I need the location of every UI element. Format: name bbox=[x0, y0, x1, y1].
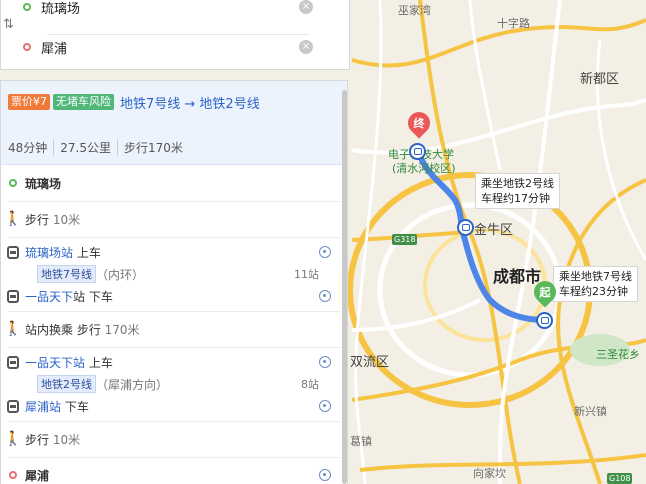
locate-icon[interactable] bbox=[319, 356, 331, 368]
map-label-xinxing: 新兴镇 bbox=[574, 405, 607, 418]
walk-distance: 10米 bbox=[52, 212, 81, 227]
map-label-xianghe: 向家坎 bbox=[473, 467, 506, 480]
map-label-shuangliu: 双流区 bbox=[350, 355, 390, 370]
panel-scrollbar[interactable] bbox=[342, 90, 347, 484]
step-destination: 犀浦 bbox=[1, 457, 341, 484]
line-tag[interactable]: 地铁7号线 bbox=[37, 265, 96, 283]
step-board-line7[interactable]: 琉璃场站 上车 bbox=[1, 241, 341, 263]
locate-icon[interactable] bbox=[319, 469, 331, 481]
route-lines: 地铁7号线 → 地铁2号线 bbox=[120, 96, 260, 112]
metro-icon bbox=[7, 355, 19, 369]
step-origin: 琉璃场 bbox=[1, 165, 341, 201]
map-label-jinniu: 金牛区 bbox=[474, 223, 514, 238]
origin-input[interactable]: 琉璃场 bbox=[41, 0, 299, 17]
metro-station-icon[interactable] bbox=[409, 143, 426, 160]
clear-destination-icon[interactable]: × bbox=[299, 40, 313, 54]
map-tip-line7-title: 乘坐地铁7号线 bbox=[559, 270, 632, 283]
metro-icon bbox=[7, 245, 19, 259]
road-shield-g318: G318 bbox=[392, 234, 418, 245]
destination-ring-icon bbox=[9, 471, 17, 479]
alight-station[interactable]: 一品天下 bbox=[25, 290, 73, 304]
origin-dot-icon bbox=[23, 3, 31, 11]
locate-icon[interactable] bbox=[319, 290, 331, 302]
walk-icon: 🚶 bbox=[4, 321, 22, 337]
swap-icon[interactable]: ⇅ bbox=[3, 18, 14, 31]
alight-action: 下车 bbox=[64, 399, 89, 414]
route-card: 票价¥7 无堵车风险 地铁7号线 → 地铁2号线 48分钟 27.5公里 步行1… bbox=[0, 80, 348, 484]
station-count[interactable]: 11站 bbox=[294, 266, 319, 282]
walk-icon: 🚶 bbox=[4, 211, 22, 227]
step-transfer: 🚶 站内换乘 步行 170米 bbox=[1, 311, 341, 347]
clear-origin-icon[interactable]: × bbox=[299, 0, 313, 14]
road-shield-g108: G108 bbox=[607, 473, 633, 484]
board-station[interactable]: 琉璃场站 bbox=[25, 246, 73, 260]
locate-icon[interactable] bbox=[319, 246, 331, 258]
map-tip-line2-time: 车程约17分钟 bbox=[481, 192, 550, 205]
line-tag[interactable]: 地铁2号线 bbox=[37, 375, 96, 393]
board-action: 上车 bbox=[76, 245, 101, 260]
alight-station[interactable]: 犀浦站 bbox=[25, 400, 61, 414]
step-alight-line2[interactable]: 犀浦站 下车 bbox=[1, 395, 341, 417]
route-distance: 27.5公里 bbox=[53, 139, 117, 156]
map-label-xindu: 新都区 bbox=[580, 72, 620, 87]
locate-icon[interactable] bbox=[319, 400, 331, 412]
step-board-line2[interactable]: 一品天下站 上车 bbox=[1, 351, 341, 373]
map-label-qingshui: (清水河校区) bbox=[392, 162, 456, 175]
step-destination-label: 犀浦 bbox=[25, 468, 50, 483]
route-walk: 步行170米 bbox=[117, 139, 189, 156]
origin-ring-icon bbox=[9, 179, 17, 187]
map-label-sansheng: 三圣花乡 bbox=[596, 348, 640, 361]
step-alight-line7[interactable]: 一品天下站 下车 bbox=[1, 285, 341, 307]
map-label-huqiao: 葛镇 bbox=[350, 435, 372, 448]
start-pin-icon[interactable]: 起 bbox=[529, 276, 561, 309]
step-walk: 🚶 步行 10米 bbox=[1, 421, 341, 457]
station-count[interactable]: 8站 bbox=[301, 376, 319, 392]
transfer-distance: 170米 bbox=[104, 322, 140, 337]
route-duration: 48分钟 bbox=[8, 141, 48, 155]
destination-row[interactable]: 犀浦 × bbox=[23, 31, 313, 63]
step-walk: 🚶 步行 10米 bbox=[1, 201, 341, 237]
walk-label: 步行 bbox=[25, 432, 50, 447]
end-pin-icon[interactable]: 终 bbox=[403, 107, 435, 140]
step-line2-info[interactable]: 地铁2号线 （犀浦方向） 8站 bbox=[1, 373, 341, 395]
metro-icon bbox=[7, 289, 19, 303]
map-label-shizi: 十字路 bbox=[497, 17, 530, 30]
step-line7-info[interactable]: 地铁7号线 （内环） 11站 bbox=[1, 263, 341, 285]
map-tip-line7: 乘坐地铁7号线 车程约23分钟 bbox=[553, 266, 638, 302]
map-tip-line7-time: 车程约23分钟 bbox=[559, 285, 628, 298]
metro-station-icon[interactable] bbox=[457, 219, 474, 236]
map-tip-line2: 乘坐地铁2号线 车程约17分钟 bbox=[475, 173, 560, 209]
alight-action: 站 下车 bbox=[73, 289, 113, 304]
step-origin-label: 琉璃场 bbox=[25, 176, 62, 191]
board-station[interactable]: 一品天下站 bbox=[25, 356, 85, 370]
safety-badge: 无堵车风险 bbox=[53, 94, 114, 110]
destination-input[interactable]: 犀浦 bbox=[41, 38, 299, 57]
route-panel: ⇅ 琉璃场 × 犀浦 × 票价¥7 无堵车风险 地铁7号线 → 地铁2号线 48… bbox=[0, 0, 350, 484]
map-label-wuji: 巫家湾 bbox=[398, 4, 431, 17]
line-direction: （内环） bbox=[96, 267, 145, 282]
board-action: 上车 bbox=[88, 355, 113, 370]
fare-badge: 票价¥7 bbox=[8, 94, 50, 110]
metro-station-icon[interactable] bbox=[536, 312, 553, 329]
search-box: ⇅ 琉璃场 × 犀浦 × bbox=[0, 0, 350, 70]
route-summary[interactable]: 票价¥7 无堵车风险 地铁7号线 → 地铁2号线 48分钟 27.5公里 步行1… bbox=[1, 81, 347, 165]
walk-icon: 🚶 bbox=[4, 431, 22, 447]
start-pin-label: 起 bbox=[539, 286, 551, 299]
map-tip-line2-title: 乘坐地铁2号线 bbox=[481, 177, 554, 190]
line-direction: （犀浦方向） bbox=[96, 377, 169, 392]
transfer-label: 站内换乘 步行 bbox=[25, 322, 101, 337]
end-pin-label: 终 bbox=[413, 117, 425, 130]
origin-row[interactable]: 琉璃场 × bbox=[23, 0, 313, 23]
walk-label: 步行 bbox=[25, 212, 50, 227]
walk-distance: 10米 bbox=[52, 432, 81, 447]
destination-dot-icon bbox=[23, 43, 31, 51]
metro-icon bbox=[7, 399, 19, 413]
